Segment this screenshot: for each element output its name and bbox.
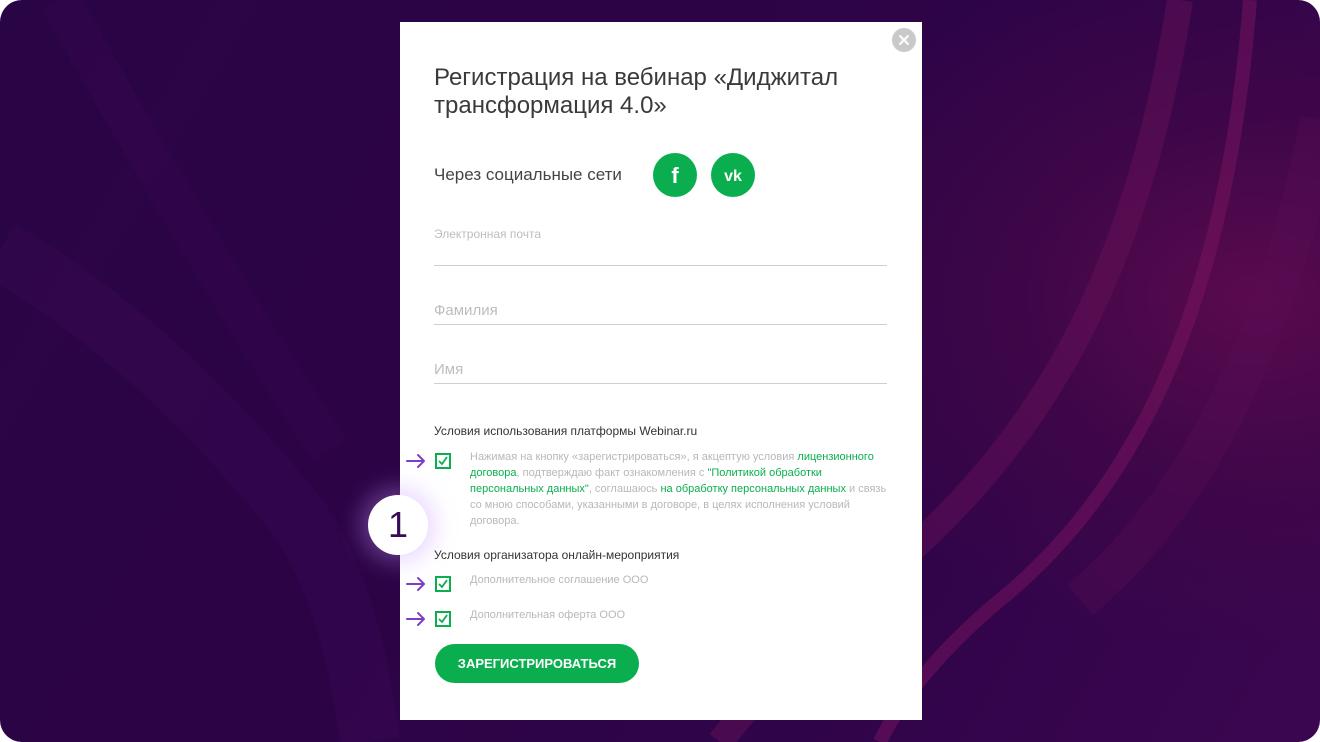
organizer-terms-heading: Условия организатора онлайн-мероприятия [434, 548, 680, 562]
name-placeholder: Имя [434, 361, 464, 378]
close-button[interactable] [892, 28, 916, 52]
svg-text:vk: vk [724, 168, 742, 185]
surname-placeholder: Фамилия [434, 302, 498, 319]
checkmark-icon [438, 614, 448, 624]
platform-terms-heading: Условия использования платформы Webinar.… [434, 424, 698, 438]
checkmark-icon [438, 579, 448, 589]
supplementary-agreement-checkbox[interactable] [435, 576, 451, 592]
arrow-right-icon [406, 612, 425, 626]
supplementary-offer-label: Дополнительная оферта ООО [470, 609, 626, 621]
vk-icon: vk [724, 168, 742, 185]
data-processing-link[interactable]: на обработку персональных данных [660, 483, 846, 495]
terms-text-part: Нажимая на кнопку «зарегистрироваться», … [470, 451, 798, 463]
supplementary-agreement-label: Дополнительное соглашение ООО [470, 574, 649, 586]
arrow-right-icon [406, 454, 425, 468]
vk-login-button[interactable]: vk [711, 153, 755, 197]
annotation-badge: 1 [368, 495, 428, 555]
facebook-icon: f [671, 163, 679, 188]
checkmark-icon [438, 456, 448, 466]
name-field[interactable]: Имя [434, 354, 887, 384]
platform-terms-checkbox[interactable] [435, 453, 451, 469]
arrow-right-icon [406, 577, 425, 591]
modal-title: Регистрация на вебинар «Диджитал трансфо… [434, 64, 839, 119]
facebook-login-button[interactable]: f [653, 153, 697, 197]
terms-text-part: , соглашаюсь [588, 483, 661, 495]
surname-field[interactable]: Фамилия [434, 295, 887, 325]
terms-text-part: , подтверждаю факт ознакомления с [516, 467, 708, 479]
supplementary-offer-checkbox[interactable] [435, 611, 451, 627]
social-login-label: Через социальные сети [434, 165, 622, 184]
svg-text:f: f [671, 163, 679, 188]
close-icon [899, 35, 909, 45]
email-label: Электронная почта [434, 227, 542, 241]
platform-terms-text: Нажимая на кнопку «зарегистрироваться», … [470, 449, 890, 529]
email-field[interactable]: Электронная почта [434, 222, 887, 266]
register-button[interactable]: ЗАРЕГИСТРИРОВАТЬСЯ [435, 644, 639, 683]
